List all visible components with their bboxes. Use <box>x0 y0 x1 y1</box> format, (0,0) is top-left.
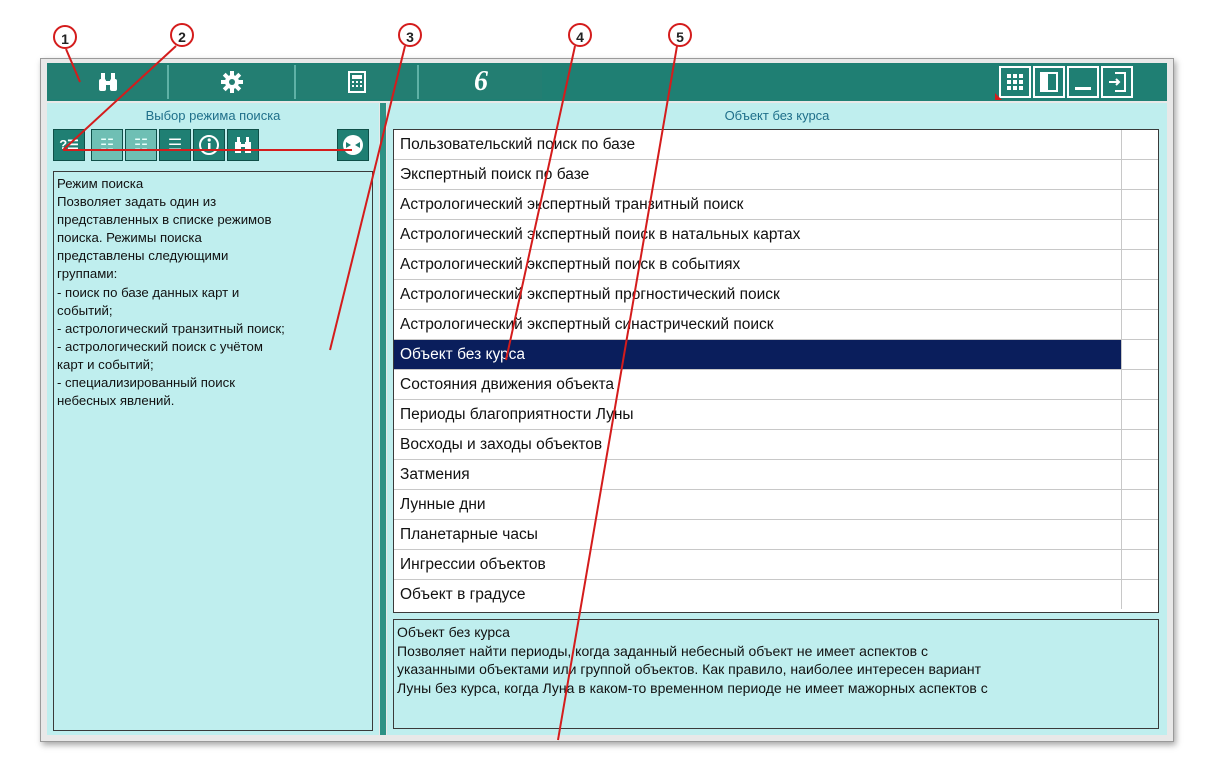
search-mode-list: Пользовательский поиск по базе Экспертны… <box>393 129 1159 613</box>
mode-button-planet[interactable] <box>337 129 369 161</box>
list-icon-3: ☰ <box>167 137 183 154</box>
list-item-label: Астрологический экспертный поиск в событ… <box>394 250 1122 279</box>
grid-view-icon <box>1007 74 1023 90</box>
settings-tab-button[interactable] <box>170 65 296 99</box>
binoculars-small-icon <box>235 137 251 153</box>
callout-1: 1 <box>53 25 77 49</box>
mode-button-list-1[interactable]: ☷ <box>91 129 123 161</box>
list-item-label: Астрологический экспертный транзитный по… <box>394 190 1122 219</box>
search-mode-description: Режим поиска Позволяет задать один из пр… <box>53 171 373 731</box>
list-icon-2: ☷ <box>133 137 149 154</box>
panel-view-button[interactable] <box>1033 66 1065 98</box>
selected-mode-title: Объект без курса <box>724 108 830 123</box>
desc-line: группами: <box>57 266 118 282</box>
list-item[interactable]: Периоды благоприятности Луны <box>394 400 1158 430</box>
foot-line: Позволяет найти периоды, когда заданный … <box>397 642 928 659</box>
list-item-selected[interactable]: Объект без курса <box>394 340 1158 370</box>
desc-line: - астрологический поиск с учётом <box>57 338 263 354</box>
red-corner-marker <box>995 93 1002 100</box>
search-mode-pane: Выбор режима поиска ?☰ ☷ ☷ ☰ Режим поиск… <box>47 103 379 735</box>
list-item-label: Состояния движения объекта <box>394 370 1122 399</box>
list-item-label: Планетарные часы <box>394 520 1122 549</box>
list-item[interactable]: Объект в градусе <box>394 580 1158 610</box>
list-item-label: Астрологический экспертный синастрически… <box>394 310 1122 339</box>
list-item-label: Астрологический экспертный поиск в натал… <box>394 220 1122 249</box>
list-item[interactable]: Астрологический экспертный поиск в натал… <box>394 220 1158 250</box>
panel-view-icon <box>1040 72 1058 92</box>
main-toolbar: 6 <box>47 63 1167 101</box>
desc-line: - поиск по базе данных карт и <box>57 284 240 300</box>
calculator-icon <box>348 71 366 93</box>
search-mode-title: Выбор режима поиска <box>145 108 281 123</box>
mode-button-list-2[interactable]: ☷ <box>125 129 157 161</box>
list-item[interactable]: Астрологический экспертный транзитный по… <box>394 190 1158 220</box>
mode-button-list-3[interactable]: ☰ <box>159 129 191 161</box>
desc-line: карт и событий; <box>57 356 154 372</box>
binoculars-icon <box>99 73 117 91</box>
list-item-label: Затмения <box>394 460 1122 489</box>
list-item-label: Лунные дни <box>394 490 1122 519</box>
list-item[interactable]: Ингрессии объектов <box>394 550 1158 580</box>
pane-splitter[interactable] <box>380 103 386 735</box>
calculator-tab-button[interactable] <box>297 65 419 99</box>
list-item[interactable]: Астрологический экспертный прогностическ… <box>394 280 1158 310</box>
info-icon <box>199 135 219 155</box>
mode-button-question-list[interactable]: ?☰ <box>53 129 85 161</box>
mode-button-info[interactable] <box>193 129 225 161</box>
list-icon-1: ☷ <box>99 137 115 154</box>
callout-4: 4 <box>568 23 592 47</box>
desc-line: событий; <box>57 302 113 318</box>
planet-icon <box>343 135 363 155</box>
desc-line: Позволяет задать один из <box>57 194 217 210</box>
list-item[interactable]: Астрологический экспертный поиск в событ… <box>394 250 1158 280</box>
list-item-label: Пользовательский поиск по базе <box>394 130 1122 159</box>
foot-line: указанными объектами или группой объекто… <box>397 661 982 677</box>
list-item[interactable]: Планетарные часы <box>394 520 1158 550</box>
callout-3: 3 <box>398 23 422 47</box>
foot-line: Объект без курса <box>397 624 510 640</box>
mode-button-binoculars[interactable] <box>227 129 259 161</box>
minimize-button[interactable] <box>1067 66 1099 98</box>
list-item-label: Экспертный поиск по базе <box>394 160 1122 189</box>
list-item-label: Периоды благоприятности Луны <box>394 400 1122 429</box>
list-item[interactable]: Лунные дни <box>394 490 1158 520</box>
question-list-icon: ?☰ <box>59 137 79 152</box>
minimize-icon <box>1075 87 1091 90</box>
desc-line: поиска. Режимы поиска <box>57 230 202 246</box>
grid-view-button[interactable] <box>999 66 1031 98</box>
search-window: 6 Выбор режима поиска ?☰ ☷ ☷ ☰ Режим пои… <box>40 58 1174 742</box>
script-6-icon: 6 <box>474 66 488 97</box>
exit-button[interactable] <box>1101 66 1133 98</box>
desc-line: представленных в списке режимов <box>57 212 272 228</box>
list-item-label: Ингрессии объектов <box>394 550 1122 579</box>
list-item-label: Объект без курса <box>394 340 1122 369</box>
desc-line: - специализированный поиск <box>57 375 235 391</box>
search-tab-button[interactable] <box>49 65 169 99</box>
list-item-label: Восходы и заходы объектов <box>394 430 1122 459</box>
list-item[interactable]: Экспертный поиск по базе <box>394 160 1158 190</box>
list-item-label: Объект в градусе <box>394 580 1122 609</box>
list-item[interactable]: Пользовательский поиск по базе <box>394 130 1158 160</box>
script-tab-button[interactable]: 6 <box>420 65 542 99</box>
selected-mode-description: Объект без курса Позволяет найти периоды… <box>393 619 1159 729</box>
list-item[interactable]: Затмения <box>394 460 1158 490</box>
list-item[interactable]: Астрологический экспертный синастрически… <box>394 310 1158 340</box>
exit-icon <box>1109 72 1126 92</box>
callout-5: 5 <box>668 23 692 47</box>
list-item-label: Астрологический экспертный прогностическ… <box>394 280 1122 309</box>
gear-icon <box>221 71 243 93</box>
desc-line: небесных явлений. <box>57 393 175 409</box>
desc-line: представлены следующими <box>57 248 229 264</box>
desc-line: - астрологический транзитный поиск; <box>57 320 285 336</box>
foot-line: Луны без курса, когда Луна в каком-то вр… <box>397 679 988 696</box>
search-list-pane: Объект без курса Пользовательский поиск … <box>387 103 1167 735</box>
callout-2: 2 <box>170 23 194 47</box>
desc-line: Режим поиска <box>57 176 144 191</box>
list-item[interactable]: Состояния движения объекта <box>394 370 1158 400</box>
list-item[interactable]: Восходы и заходы объектов <box>394 430 1158 460</box>
